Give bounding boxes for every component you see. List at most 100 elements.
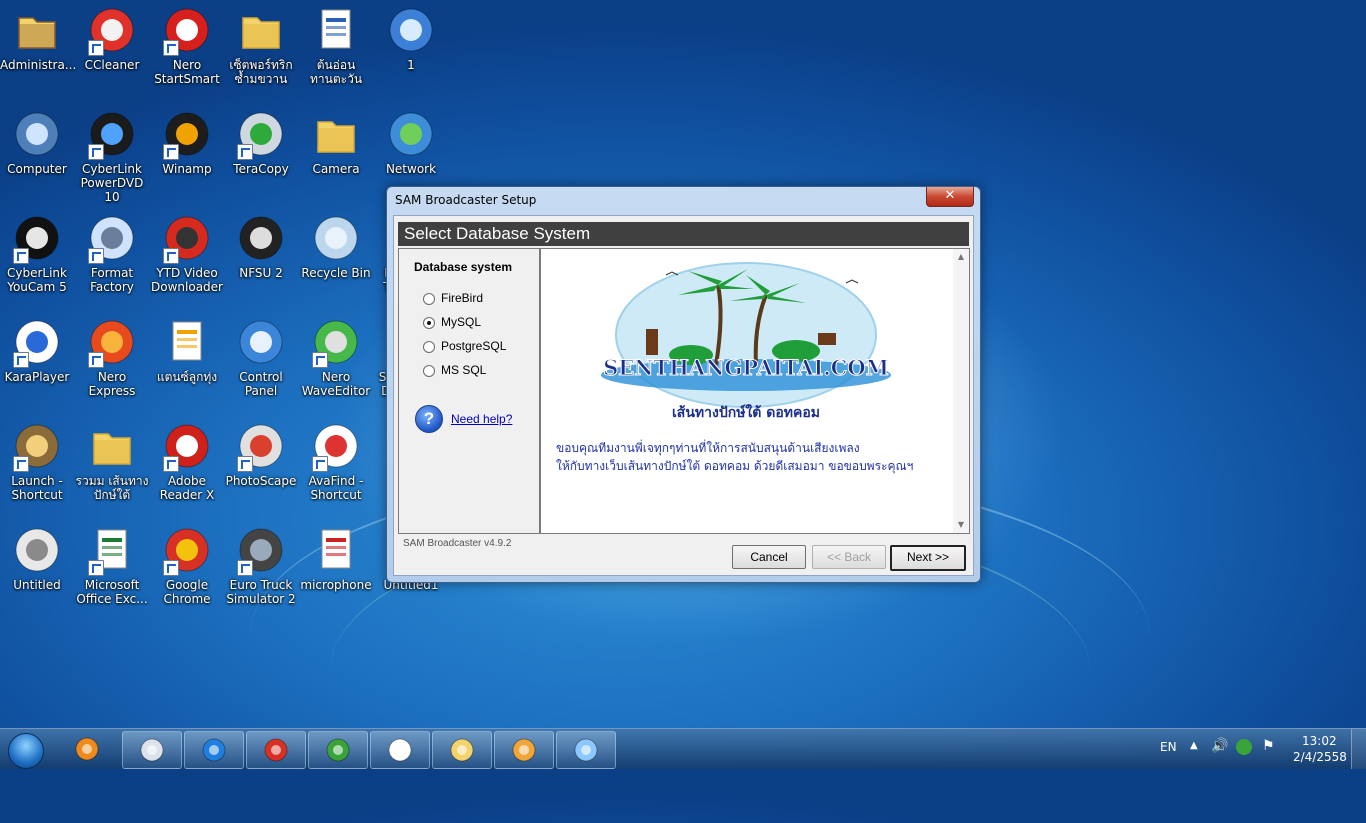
- powerdvd-icon: [86, 108, 138, 160]
- desktop-icon[interactable]: Google Chrome: [150, 524, 224, 606]
- chrome-icon: [161, 524, 213, 576]
- taskbar-button[interactable]: [370, 731, 430, 769]
- logo-text: SENTHANGPAITAI.COM: [603, 355, 889, 380]
- back-button[interactable]: << Back: [812, 545, 886, 569]
- desktop-icon[interactable]: Microsoft Office Exc...: [75, 524, 149, 606]
- desktop-icon[interactable]: รวมม เส้นทางปักษ์ใต้: [75, 420, 149, 502]
- taskbar-button[interactable]: [184, 731, 244, 769]
- next-button[interactable]: Next >>: [890, 545, 966, 571]
- desktop-icon[interactable]: microphone: [299, 524, 373, 592]
- taskbar-button[interactable]: [556, 731, 616, 769]
- sam-setup-dialog: SAM Broadcaster Setup ✕ Select Database …: [386, 186, 981, 583]
- desktop-icon-label: Nero Express: [88, 370, 136, 398]
- desktop-icon[interactable]: Nero WaveEditor: [299, 316, 373, 398]
- desktop-icon[interactable]: Computer: [0, 108, 74, 176]
- radio-label: FireBird: [441, 291, 484, 305]
- desktop-icon[interactable]: AvaFind - Shortcut: [299, 420, 373, 502]
- dialog-titlebar[interactable]: SAM Broadcaster Setup ✕: [387, 187, 980, 213]
- desktop-icon[interactable]: Format Factory: [75, 212, 149, 294]
- shortcut-arrow-icon: [237, 456, 253, 472]
- need-help-link[interactable]: Need help?: [451, 412, 512, 426]
- desktop-icon-label: Microsoft Office Exc...: [76, 578, 148, 606]
- computer-icon: [11, 108, 63, 160]
- desktop-icon[interactable]: 1: [374, 4, 448, 72]
- desktop-icon-label: CyberLink YouCam 5: [7, 266, 67, 294]
- desktop-icon[interactable]: KaraPlayer: [0, 316, 74, 384]
- desktop-icon[interactable]: Administra...: [0, 4, 76, 72]
- clock-date[interactable]: 2/4/2558: [1293, 750, 1347, 764]
- recycle-bin-icon: [310, 212, 362, 264]
- dialog-title: SAM Broadcaster Setup: [395, 193, 537, 207]
- start-button[interactable]: [4, 731, 48, 769]
- shortcut-arrow-icon: [88, 248, 104, 264]
- desktop-icon[interactable]: Euro Truck Simulator 2: [224, 524, 298, 606]
- desktop-icon[interactable]: Camera: [299, 108, 373, 176]
- karaplayer-icon: [11, 316, 63, 368]
- desktop-icon[interactable]: Network: [374, 108, 448, 176]
- taskbar-button[interactable]: [122, 731, 182, 769]
- taskbar-button[interactable]: [494, 731, 554, 769]
- shortcut-arrow-icon: [237, 560, 253, 576]
- thanks-line: ให้กับทางเว็บเส้นทางปักษ์ใต้ ดอทคอม ด้วย…: [556, 459, 914, 473]
- taskbar-button[interactable]: [246, 731, 306, 769]
- desktop-icon[interactable]: แตนซ์ลูกทุ่ง: [150, 316, 224, 384]
- desktop-icon[interactable]: Nero Express: [75, 316, 149, 398]
- scroll-up-icon[interactable]: ▲: [953, 249, 969, 265]
- desktop-icon[interactable]: เซ็ตพอร์ทริกซ้ำมขวาน: [224, 4, 298, 86]
- language-indicator[interactable]: EN: [1160, 740, 1177, 754]
- desktop-icon-label: AvaFind - Shortcut: [308, 474, 364, 502]
- radio-circle: [423, 340, 435, 353]
- media-player-icon: [75, 737, 99, 761]
- database-options-panel: Database system FireBird MySQL PostgreSQ…: [398, 248, 540, 534]
- desktop-icon[interactable]: CCleaner: [75, 4, 149, 72]
- shortcut-arrow-icon: [312, 456, 328, 472]
- radio-firebird[interactable]: FireBird: [423, 291, 483, 307]
- teracopy-icon: [235, 108, 287, 160]
- desktop-icon[interactable]: CyberLink PowerDVD 10: [75, 108, 149, 204]
- radio-postgresql[interactable]: PostgreSQL: [423, 339, 506, 355]
- action-center-flag-icon[interactable]: ⚑: [1262, 738, 1275, 754]
- adobe-reader-icon: [161, 420, 213, 472]
- close-button[interactable]: ✕: [926, 187, 974, 207]
- taskbar-button[interactable]: [58, 731, 116, 767]
- help-question-icon[interactable]: ?: [415, 405, 443, 433]
- desktop-icon-label: Nero WaveEditor: [301, 370, 371, 398]
- taskbar-button[interactable]: [308, 731, 368, 769]
- volume-icon[interactable]: 🔊: [1211, 738, 1228, 754]
- desktop-icon[interactable]: CyberLink YouCam 5: [0, 212, 74, 294]
- clock-time[interactable]: 13:02: [1302, 734, 1337, 748]
- desktop-icon[interactable]: Launch - Shortcut: [0, 420, 74, 502]
- game-launch-icon: [11, 420, 63, 472]
- show-hidden-icons-icon[interactable]: ▲: [1190, 740, 1198, 751]
- untitled-icon: [11, 524, 63, 576]
- desktop-icon-label: Format Factory: [90, 266, 134, 294]
- desktop-icon-label: Camera: [312, 162, 360, 176]
- desktop-icon-label: CyberLink PowerDVD 10: [80, 162, 144, 204]
- word-document-icon: [310, 4, 362, 56]
- radio-mssql[interactable]: MS SQL: [423, 363, 486, 379]
- scroll-down-icon[interactable]: ▼: [953, 517, 969, 533]
- shortcut-arrow-icon: [163, 144, 179, 160]
- desktop-icon[interactable]: Winamp: [150, 108, 224, 176]
- desktop-icon[interactable]: ต้นอ่อน ทานตะวัน: [299, 4, 373, 86]
- taskbar-button[interactable]: [432, 731, 492, 769]
- desktop-icon[interactable]: Untitled: [0, 524, 74, 592]
- desktop-icon[interactable]: NFSU 2: [224, 212, 298, 280]
- desktop-icon[interactable]: YTD Video Downloader: [150, 212, 224, 294]
- desktop-icon[interactable]: PhotoScape: [224, 420, 298, 488]
- sam-setup-icon: [512, 738, 536, 762]
- desktop-icon-label: แตนซ์ลูกทุ่ง: [156, 370, 218, 384]
- utorrent-tray-icon[interactable]: [1236, 739, 1252, 755]
- shortcut-arrow-icon: [163, 560, 179, 576]
- desktop-icon[interactable]: Adobe Reader X: [150, 420, 224, 502]
- radio-mysql[interactable]: MySQL: [423, 315, 481, 331]
- shortcut-arrow-icon: [312, 352, 328, 368]
- desktop-icon[interactable]: Recycle Bin: [299, 212, 373, 280]
- desktop-icon[interactable]: TeraCopy: [224, 108, 298, 176]
- show-desktop-button[interactable]: [1351, 729, 1366, 769]
- desktop-icon[interactable]: Nero StartSmart: [150, 4, 224, 86]
- youcam-icon: [11, 212, 63, 264]
- desktop-icon[interactable]: Control Panel: [224, 316, 298, 398]
- vertical-scrollbar[interactable]: ▲ ▼: [953, 249, 969, 533]
- cancel-button[interactable]: Cancel: [732, 545, 806, 569]
